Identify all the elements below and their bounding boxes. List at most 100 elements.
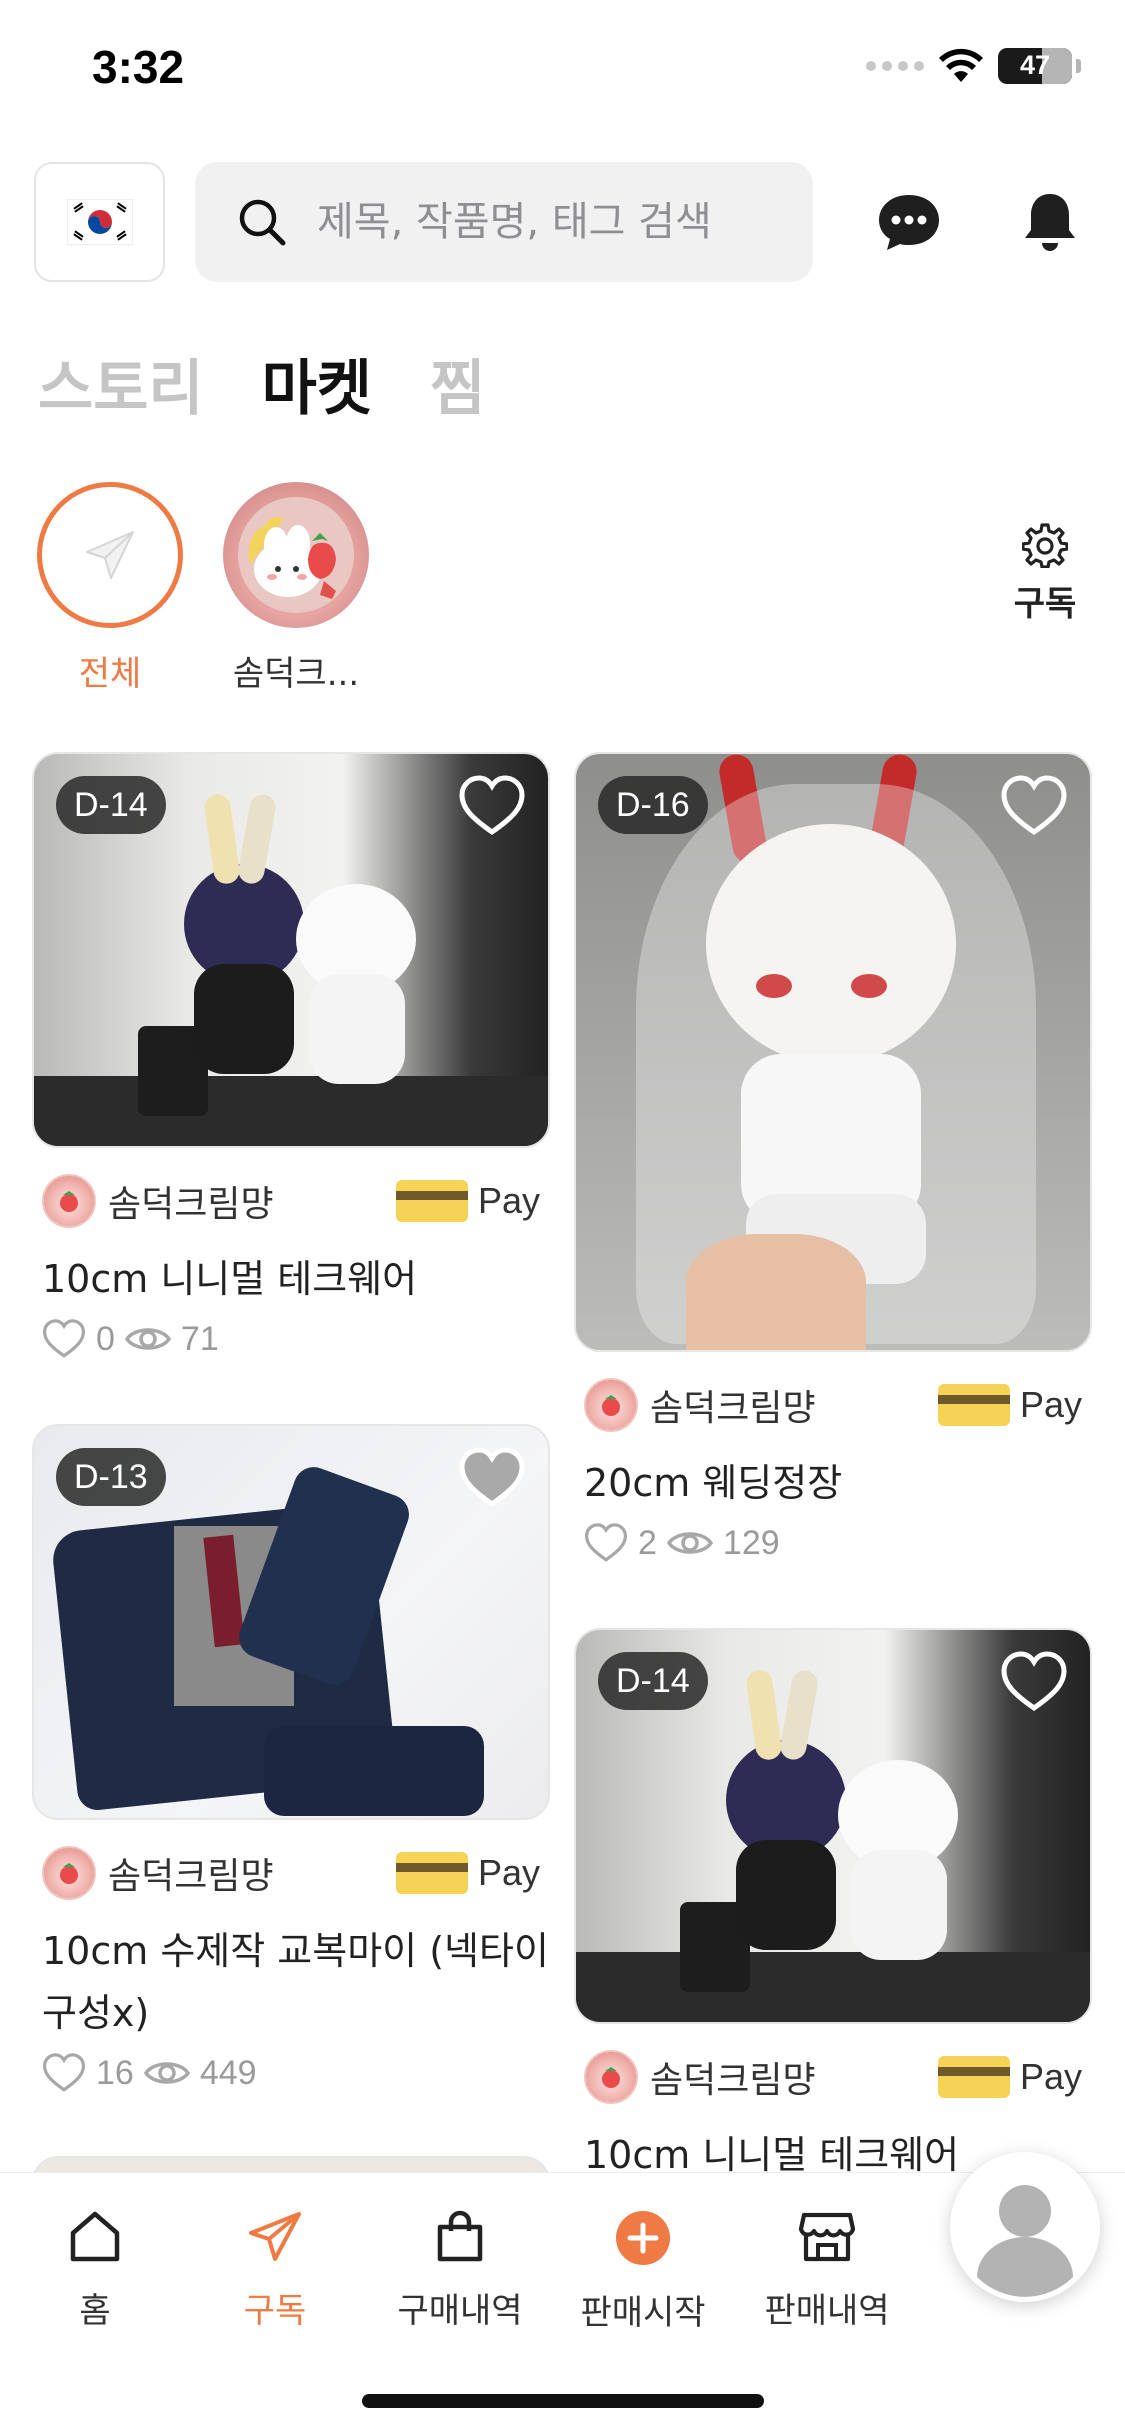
- seller-row: 솜덕크림먕 Pay: [32, 1844, 550, 1902]
- paper-plane-icon: [249, 2212, 301, 2261]
- home-icon: [70, 2211, 120, 2262]
- status-time: 3:32: [92, 41, 185, 93]
- korea-flag-icon: [66, 199, 133, 245]
- shop-avatar: [223, 482, 369, 628]
- pay-label: Pay: [477, 1852, 540, 1893]
- product-title: 10cm 니니멀 테크웨어: [42, 1257, 418, 1301]
- like-count: 2: [638, 1523, 657, 1562]
- view-count: 129: [722, 1523, 780, 1562]
- pay-label: Pay: [1019, 1384, 1082, 1425]
- seller-name: 솜덕크림먕: [108, 1184, 274, 1225]
- nav-home[interactable]: 홈: [0, 2209, 190, 2332]
- subscription-shop[interactable]: 솜덕크...: [222, 482, 370, 695]
- nav-start-selling-label: 판매시작: [580, 2293, 706, 2333]
- d-day-badge: D-16: [598, 776, 708, 834]
- heart-icon[interactable]: [1000, 1650, 1068, 1714]
- search-bar[interactable]: [195, 162, 813, 282]
- home-indicator[interactable]: [362, 2394, 764, 2408]
- nav-subscribe[interactable]: 구독: [180, 2209, 370, 2332]
- nav-start-selling[interactable]: 판매시작: [548, 2209, 738, 2334]
- profile-button[interactable]: [950, 2152, 1100, 2302]
- chat-button[interactable]: [869, 182, 949, 262]
- like-count: 0: [96, 1319, 115, 1358]
- notification-button[interactable]: [1010, 182, 1090, 262]
- view-count: 71: [180, 1319, 219, 1358]
- subscription-all[interactable]: 전체: [36, 482, 184, 695]
- seller-avatar: [584, 2050, 638, 2104]
- search-input[interactable]: [317, 199, 777, 245]
- product-image[interactable]: D-13: [32, 1424, 550, 1820]
- subscription-settings-button[interactable]: 구독: [1005, 522, 1085, 625]
- product-image[interactable]: D-16: [574, 752, 1092, 1352]
- main-tabs: 스토리 마켓 찜: [38, 340, 485, 427]
- bell-icon: [1025, 194, 1075, 251]
- nav-purchases[interactable]: 구매내역: [365, 2209, 555, 2332]
- seller-name: 솜덕크림먕: [650, 2060, 816, 2101]
- pay-card-icon: [395, 1852, 468, 1894]
- pay-card-icon: [937, 2056, 1010, 2098]
- subscription-all-label: 전체: [78, 654, 142, 694]
- strawberry-icon: [60, 1191, 78, 1212]
- seller-row: 솜덕크림먕 Pay: [574, 2048, 1092, 2106]
- heart-outline-icon: [584, 1523, 628, 1562]
- product-card[interactable]: D-16 솜덕크림먕 Pay 20cm 웨딩정장 2 129: [574, 752, 1092, 1564]
- strawberry-icon: [60, 1863, 78, 1884]
- search-icon: [239, 199, 286, 246]
- eye-icon: [124, 1328, 171, 1350]
- status-icons: 47: [866, 48, 1081, 84]
- wifi-icon: [939, 48, 983, 82]
- strawberry-icon: [602, 1395, 620, 1416]
- product-card[interactable]: D-13 솜덕크림먕 Pay 10cm 수제작 교복마이 (넥타이 구성x) 1…: [32, 1424, 550, 2094]
- product-stats: 2 129: [574, 1522, 1092, 1564]
- strawberry-icon: [602, 2067, 620, 2088]
- view-count: 449: [199, 2053, 257, 2092]
- subscription-shop-label: 솜덕크...: [232, 654, 360, 694]
- plus-circle-icon: [616, 2211, 670, 2265]
- pay-card-icon: [937, 1384, 1010, 1426]
- tab-wishlist[interactable]: 찜: [430, 340, 485, 427]
- user-avatar-icon: [957, 2159, 1093, 2297]
- country-flag-button[interactable]: [34, 162, 165, 282]
- bunny-strawberry-logo-icon: [238, 497, 354, 613]
- product-image[interactable]: D-14: [574, 1628, 1092, 2024]
- tab-market[interactable]: 마켓: [262, 340, 372, 427]
- subscription-all-avatar: [37, 482, 183, 628]
- heart-outline-icon: [42, 2053, 86, 2092]
- seller-name: 솜덕크림먕: [108, 1856, 274, 1897]
- product-stats: 0 71: [32, 1318, 550, 1360]
- product-card[interactable]: D-14 솜덕크림먕 Pay 10cm 니니멀 테크웨어: [574, 1628, 1092, 2186]
- product-card[interactable]: D-14 솜덕크림먕 Pay 10cm 니니멀 테크웨어 0 71: [32, 752, 550, 1360]
- seller-row: 솜덕크림먕 Pay: [574, 1376, 1092, 1434]
- status-bar: 3:32 47: [0, 0, 1125, 140]
- seller-avatar: [42, 1846, 96, 1900]
- pay-label: Pay: [477, 1180, 540, 1221]
- nav-sales[interactable]: 판매내역: [732, 2209, 922, 2332]
- shopping-bag-icon: [437, 2210, 483, 2262]
- store-icon: [798, 2212, 856, 2262]
- like-count: 16: [96, 2053, 134, 2092]
- nav-sales-label: 판매내역: [764, 2291, 890, 2331]
- paper-plane-icon: [86, 531, 134, 579]
- heart-icon[interactable]: [458, 774, 526, 838]
- product-title: 20cm 웨딩정장: [584, 1461, 843, 1505]
- gear-icon: [1022, 523, 1068, 568]
- seller-row: 솜덕크림먕 Pay: [32, 1172, 550, 1230]
- seller-name: 솜덕크림먕: [650, 1388, 816, 1429]
- subscription-list: 전체 솜덕크...: [36, 482, 370, 695]
- eye-icon: [666, 1532, 713, 1554]
- nav-subscribe-label: 구독: [243, 2291, 307, 2331]
- d-day-badge: D-14: [598, 1652, 708, 1710]
- tab-story[interactable]: 스토리: [38, 340, 204, 427]
- product-title: 10cm 수제작 교복마이 (넥타이 구성x): [42, 1929, 549, 2035]
- heart-icon[interactable]: [1000, 774, 1068, 838]
- battery-icon: 47: [998, 48, 1072, 84]
- heart-filled-icon[interactable]: [458, 1446, 526, 1510]
- nav-home-label: 홈: [79, 2291, 111, 2331]
- eye-icon: [143, 2062, 190, 2084]
- product-image[interactable]: D-14: [32, 752, 550, 1148]
- d-day-badge: D-13: [56, 1448, 166, 1506]
- d-day-badge: D-14: [56, 776, 166, 834]
- chat-bubble-icon: [879, 195, 939, 250]
- battery-tip: [1076, 59, 1081, 73]
- heart-outline-icon: [42, 1319, 86, 1358]
